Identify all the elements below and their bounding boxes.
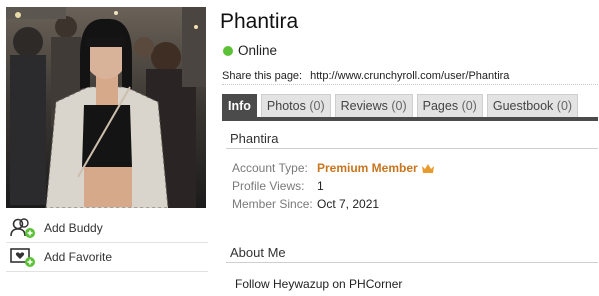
tab-guestbook-count: (0): [556, 99, 573, 113]
tab-photos[interactable]: Photos (0): [260, 94, 331, 117]
share-page: Share this page: http://www.crunchyroll.…: [222, 67, 598, 85]
tab-reviews[interactable]: Reviews (0): [334, 94, 413, 117]
profile-tabs: Info Photos (0) Reviews (0) Pages (0) Gu…: [222, 94, 598, 117]
online-status-dot: [223, 45, 233, 56]
profile-views-row: Profile Views: 1: [232, 179, 324, 193]
about-divider: [226, 262, 598, 263]
profile-name: Phantira: [220, 10, 299, 33]
share-label: Share this page:: [222, 69, 303, 82]
add-buddy-icon: [10, 217, 36, 239]
profile-photo-image: [6, 7, 206, 208]
account-type-value: Premium Member: [317, 161, 434, 175]
crown-icon: [421, 164, 434, 174]
add-favorite-button[interactable]: Add Favorite: [6, 243, 208, 272]
tab-info[interactable]: Info: [222, 94, 257, 117]
add-favorite-icon: [10, 246, 36, 268]
member-since-key: Member Since:: [232, 197, 313, 211]
member-since-row: Member Since: Oct 7, 2021: [232, 197, 379, 211]
online-status-label: Online: [238, 43, 278, 58]
tab-reviews-label: Reviews: [340, 99, 388, 113]
tab-guestbook-label: Guestbook: [492, 99, 554, 113]
tab-info-label: Info: [228, 99, 251, 113]
info-heading: Phantira: [230, 131, 279, 146]
tab-photos-label: Photos: [266, 99, 306, 113]
about-heading: About Me: [230, 245, 286, 260]
premium-member-label: Premium Member: [317, 161, 418, 175]
account-type-key: Account Type:: [232, 161, 308, 175]
tab-guestbook[interactable]: Guestbook (0): [486, 94, 579, 117]
tab-pages[interactable]: Pages (0): [416, 94, 483, 117]
profile-views-key: Profile Views:: [232, 179, 305, 193]
online-status: Online: [223, 43, 277, 58]
tab-pages-label: Pages: [422, 99, 459, 113]
member-since-value: Oct 7, 2021: [317, 197, 380, 211]
info-divider: [226, 148, 598, 149]
profile-photo: [6, 7, 206, 208]
tab-photos-count: (0): [309, 99, 325, 113]
tab-underline: [222, 117, 598, 121]
tab-reviews-count: (0): [391, 99, 407, 113]
profile-views-value: 1: [317, 179, 324, 193]
tab-pages-count: (0): [461, 99, 477, 113]
account-type-row: Account Type: Premium Member: [232, 161, 434, 175]
add-buddy-label: Add Buddy: [44, 221, 103, 235]
sidebar-actions: Add Buddy Add Favorite: [6, 214, 208, 272]
add-buddy-button[interactable]: Add Buddy: [6, 214, 208, 243]
share-url[interactable]: http://www.crunchyroll.com/user/Phantira: [310, 70, 509, 82]
add-favorite-label: Add Favorite: [44, 250, 113, 264]
about-text: Follow Heywazup on PHCorner: [235, 277, 403, 291]
